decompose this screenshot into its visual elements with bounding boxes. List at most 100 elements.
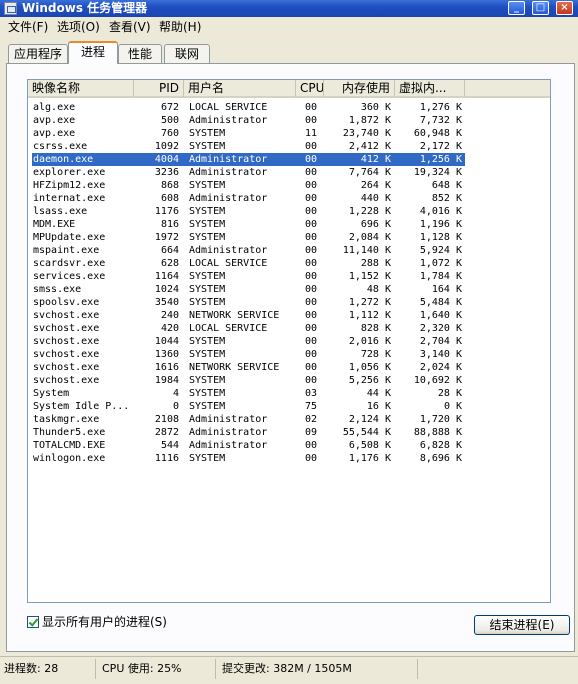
cell-image-name: daemon.exe [33,154,94,165]
cell-image-name: explorer.exe [33,167,106,178]
process-row[interactable]: csrss.exe 1092 SYSTEM 00 2,412 K 2,172 K [28,140,550,153]
process-row[interactable]: TOTALCMD.EXE 544 Administrator 00 6,508 K 6,8… [28,439,550,452]
process-list[interactable]: 映像名称 PID 用户名 CPU 内存使用 虚拟内... alg.exe 672 L… [27,79,551,603]
tab-performance[interactable]: 性能 [118,44,162,63]
cell-memory: 696 K [360,219,391,230]
tab-networking[interactable]: 联网 [164,44,210,63]
cell-virtual-memory: 19,324 K [413,167,462,178]
menu-view[interactable]: 查看(V) [109,20,151,34]
minimize-button[interactable]: _ [508,1,525,15]
close-button[interactable]: × [556,1,573,15]
cell-cpu: 00 [304,375,317,386]
column-pid[interactable]: PID [134,80,184,98]
cell-username: SYSTEM [189,388,226,399]
process-row[interactable]: winlogon.exe 1116 SYSTEM 00 1,176 K 8,696 K [28,452,550,465]
status-bar: 进程数: 28 CPU 使用: 25% 提交更改: 382M / 1505M [0,656,578,681]
end-process-button[interactable]: 结束进程(E) [474,615,570,635]
cell-virtual-memory: 1,784 K [419,271,462,282]
tab-applications[interactable]: 应用程序 [8,44,68,63]
process-row[interactable]: smss.exe 1024 SYSTEM 00 48 K 164 K [28,283,550,296]
process-row[interactable]: svchost.exe 1360 SYSTEM 00 728 K 3,140 K [28,348,550,361]
cell-virtual-memory: 6,828 K [419,440,462,451]
process-row[interactable]: svchost.exe 1044 SYSTEM 00 2,016 K 2,704 K [28,335,550,348]
process-row[interactable]: HFZipm12.exe 868 SYSTEM 00 264 K 648 K [28,179,550,192]
process-row[interactable]: internat.exe 608 Administrator 00 440 K 852 K [28,192,550,205]
process-row[interactable]: taskmgr.exe 2108 Administrator 02 2,124 K 1,7… [28,413,550,426]
cell-memory: 1,152 K [348,271,391,282]
process-row[interactable]: avp.exe 500 Administrator 00 1,872 K 7,732 K [28,114,550,127]
cell-username: SYSTEM [189,401,226,412]
tab-processes[interactable]: 进程 [68,41,118,64]
cell-memory: 2,016 K [348,336,391,347]
cell-memory: 1,176 K [348,453,391,464]
cell-username: Administrator [189,427,268,438]
process-row[interactable]: lsass.exe 1176 SYSTEM 00 1,228 K 4,016 K [28,205,550,218]
cell-username: Administrator [189,245,268,256]
menu-help[interactable]: 帮助(H) [159,20,201,34]
cell-image-name: winlogon.exe [33,453,106,464]
process-row[interactable]: avp.exe 760 SYSTEM 11 23,740 K 60,948 K [28,127,550,140]
cell-memory: 1,112 K [348,310,391,321]
cell-memory: 44 K [366,388,391,399]
column-memory[interactable]: 内存使用 [324,80,395,98]
process-row[interactable]: explorer.exe 3236 Administrator 00 7,764 K 19… [28,166,550,179]
process-row[interactable]: daemon.exe 4004 Administrator 00 412 K 1,256 … [31,152,466,167]
cell-pid: 1044 [154,336,179,347]
process-row[interactable]: svchost.exe 420 LOCAL SERVICE 00 828 K 2,320 … [28,322,550,335]
process-row[interactable]: spoolsv.exe 3540 SYSTEM 00 1,272 K 5,484 K [28,296,550,309]
cell-username: SYSTEM [189,219,226,230]
process-row[interactable]: svchost.exe 1616 NETWORK SERVICE 00 1,056 K 2… [28,361,550,374]
cell-username: NETWORK SERVICE [189,310,280,321]
cell-pid: 544 [160,440,179,451]
cell-cpu: 00 [304,284,317,295]
cell-image-name: MPUpdate.exe [33,232,106,243]
process-row[interactable]: Thunder5.exe 2872 Administrator 09 55,544 K 8… [28,426,550,439]
cell-virtual-memory: 3,140 K [419,349,462,360]
cell-cpu: 00 [304,349,317,360]
window-title: Windows 任务管理器 [22,1,148,15]
cell-pid: 1116 [154,453,179,464]
cell-memory: 1,228 K [348,206,391,217]
column-username[interactable]: 用户名 [184,80,296,98]
cell-username: SYSTEM [189,141,226,152]
cell-pid: 2872 [154,427,179,438]
process-row[interactable]: mspaint.exe 664 Administrator 00 11,140 K 5,9… [28,244,550,257]
cell-cpu: 09 [304,427,317,438]
cell-image-name: internat.exe [33,193,106,204]
cell-virtual-memory: 28 K [437,388,462,399]
cell-image-name: lsass.exe [33,206,88,217]
cell-pid: 0 [172,401,179,412]
app-icon [4,2,17,15]
cell-cpu: 00 [304,232,317,243]
cell-cpu: 03 [304,388,317,399]
process-row[interactable]: MPUpdate.exe 1972 SYSTEM 00 2,084 K 1,128 K [28,231,550,244]
cell-image-name: Thunder5.exe [33,427,106,438]
process-row[interactable]: alg.exe 672 LOCAL SERVICE 00 360 K 1,276 K [28,101,550,114]
cell-image-name: svchost.exe [33,310,100,321]
process-row[interactable]: svchost.exe 1984 SYSTEM 00 5,256 K 10,692 K [28,374,550,387]
column-virtual-memory[interactable]: 虚拟内... [395,80,465,98]
cell-username: Administrator [189,167,268,178]
menu-file[interactable]: 文件(F) [8,20,48,34]
cell-cpu: 00 [304,323,317,334]
cell-cpu: 00 [304,245,317,256]
show-all-users-checkbox[interactable] [27,616,39,628]
cell-virtual-memory: 0 K [443,401,462,412]
title-bar[interactable]: Windows 任务管理器 _ □ × [0,0,578,17]
cell-pid: 816 [160,219,179,230]
cell-image-name: smss.exe [33,284,82,295]
process-row[interactable]: System Idle P... 0 SYSTEM 75 16 K 0 K [28,400,550,413]
maximize-button[interactable]: □ [532,1,549,15]
process-row[interactable]: services.exe 1164 SYSTEM 00 1,152 K 1,784 K [28,270,550,283]
column-image-name[interactable]: 映像名称 [28,80,134,98]
cell-memory: 2,124 K [348,414,391,425]
cell-image-name: svchost.exe [33,323,100,334]
process-row[interactable]: svchost.exe 240 NETWORK SERVICE 00 1,112 K 1,… [28,309,550,322]
process-row[interactable]: System 4 SYSTEM 03 44 K 28 K [28,387,550,400]
column-cpu[interactable]: CPU [296,80,324,98]
process-row[interactable]: scardsvr.exe 628 LOCAL SERVICE 00 288 K 1,072… [28,257,550,270]
process-row[interactable]: MDM.EXE 816 SYSTEM 00 696 K 1,196 K [28,218,550,231]
menu-options[interactable]: 选项(O) [57,20,100,34]
cell-pid: 664 [160,245,179,256]
cell-image-name: alg.exe [33,102,76,113]
